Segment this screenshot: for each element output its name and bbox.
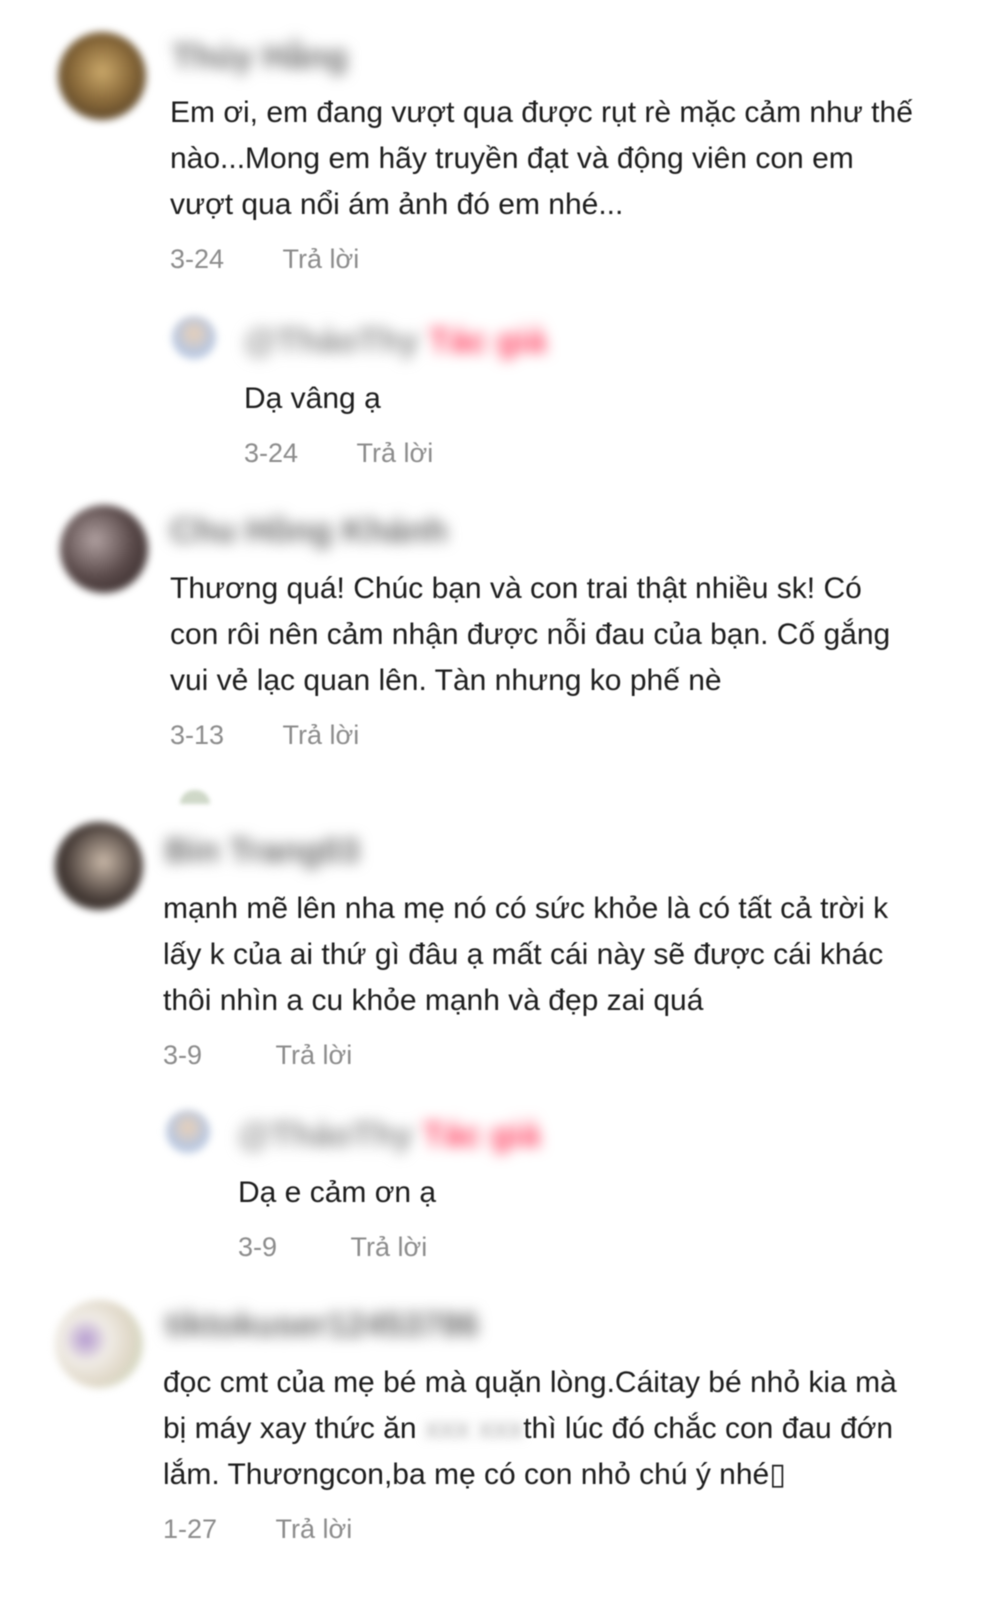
comment-meta: 1-27 Trả lời	[163, 1514, 352, 1545]
reply-button[interactable]: Trả lời	[276, 1514, 353, 1544]
comment-author[interactable]: Thúy Hằng	[172, 38, 348, 77]
blurred-text: xxx xxx	[424, 1412, 524, 1445]
author-tag-badge: Tác giả	[422, 1116, 540, 1154]
reply-author-name: @ThảoThy	[244, 322, 419, 360]
comment-text: Thương quá! Chúc bạn và con trai thật nh…	[170, 572, 891, 697]
reply-button[interactable]: Trả lời	[283, 720, 360, 750]
reply-date: 3-24	[244, 438, 299, 468]
avatar[interactable]	[172, 316, 216, 360]
reply-author[interactable]: @ThảoThy Tác giả	[238, 1116, 540, 1155]
comment-author[interactable]: tiktokuser12453786	[165, 1306, 479, 1345]
reply-button[interactable]: Trả lời	[357, 438, 434, 468]
reply-meta: 3-9 Trả lời	[238, 1232, 427, 1263]
comment-meta: 3-9 Trả lời	[163, 1040, 352, 1071]
comment-meta: 3-24 Trả lời	[170, 244, 359, 275]
avatar[interactable]	[60, 505, 148, 593]
reply-author-name: @ThảoThy	[238, 1116, 413, 1154]
reply-author[interactable]: @ThảoThy Tác giả	[244, 322, 546, 361]
reply-meta: 3-24 Trả lời	[244, 438, 433, 469]
comment-text: mạnh mẽ lên nha mẹ nó có sức khỏe là có …	[163, 892, 889, 1017]
comment-date: 1-27	[163, 1514, 218, 1544]
reply-button[interactable]: Trả lời	[283, 244, 360, 274]
comment-author[interactable]: Bin Trang03	[165, 832, 360, 871]
reply-date: 3-9	[238, 1232, 278, 1262]
comment-date: 3-13	[170, 720, 225, 750]
author-tag-badge: Tác giả	[428, 322, 546, 360]
comment-date: 3-24	[170, 244, 225, 274]
comment-text: đọc cmt của mẹ bé mà quặn lòng.Cáitay bé…	[163, 1360, 963, 1498]
reply-text: Dạ e cảm ơn ạ	[238, 1176, 437, 1209]
comment-meta: 3-13 Trả lời	[170, 720, 359, 751]
comment-author[interactable]: Chu Hồng Khánh	[170, 512, 448, 551]
avatar	[180, 790, 210, 804]
avatar[interactable]	[55, 1300, 143, 1388]
avatar[interactable]	[55, 822, 143, 910]
reply-text: Dạ vâng ạ	[244, 382, 381, 415]
comment-thread: Thúy Hằng Em ơi, em đang vượt qua được r…	[0, 0, 1000, 1624]
avatar[interactable]	[58, 32, 146, 120]
reply-button[interactable]: Trả lời	[276, 1040, 353, 1070]
comment-date: 3-9	[163, 1040, 203, 1070]
comment-text: Em ơi, em đang vượt qua được rụt rè mặc …	[170, 96, 913, 221]
reply-button[interactable]: Trả lời	[351, 1232, 428, 1262]
avatar[interactable]	[166, 1110, 210, 1154]
